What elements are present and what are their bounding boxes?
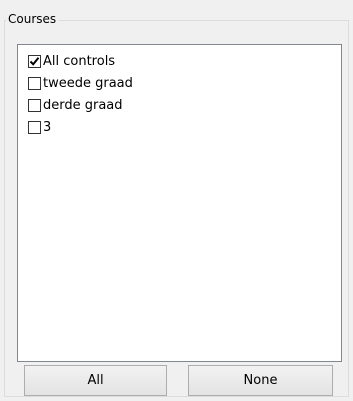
list-item[interactable]: 3 bbox=[28, 117, 51, 137]
list-item[interactable]: derde graad bbox=[28, 95, 123, 115]
checkbox[interactable] bbox=[28, 120, 41, 134]
list-item-label: 3 bbox=[43, 119, 52, 135]
list-item-label: tweede graad bbox=[43, 75, 133, 91]
list-item[interactable]: All controls bbox=[28, 51, 115, 71]
checkmark-icon bbox=[29, 56, 40, 66]
courses-groupbox-title: Courses bbox=[6, 11, 60, 27]
select-all-button[interactable]: All bbox=[24, 365, 167, 396]
checkbox[interactable] bbox=[28, 98, 41, 112]
list-item[interactable]: tweede graad bbox=[28, 73, 133, 93]
list-item-label: derde graad bbox=[43, 97, 123, 113]
select-none-button[interactable]: None bbox=[188, 365, 333, 396]
checkbox[interactable] bbox=[28, 54, 41, 68]
checkbox[interactable] bbox=[28, 76, 41, 90]
list-item-label: All controls bbox=[43, 53, 116, 69]
courses-checklist[interactable]: All controls tweede graad derde graad 3 bbox=[17, 44, 342, 362]
